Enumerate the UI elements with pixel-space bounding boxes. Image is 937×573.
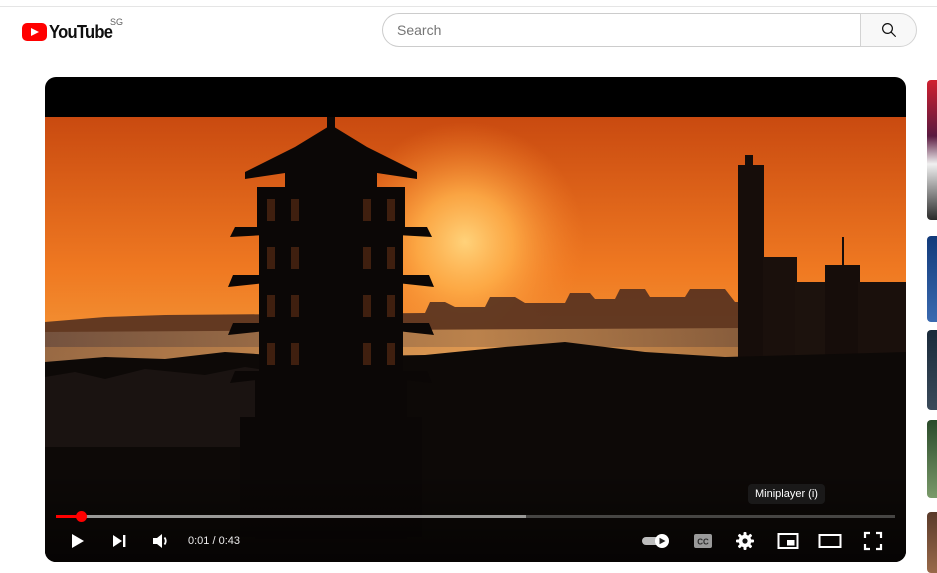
autoplay-toggle[interactable] — [640, 529, 674, 553]
play-icon — [72, 534, 84, 548]
search-button[interactable] — [860, 13, 917, 47]
fullscreen-button[interactable] — [860, 529, 886, 553]
captions-icon: CC — [694, 534, 712, 548]
miniplayer-tooltip: Miniplayer (i) — [748, 484, 825, 504]
recommendation-thumbnail[interactable] — [927, 80, 937, 220]
recommendation-thumbnail[interactable] — [927, 236, 937, 322]
recommendation-thumbnail[interactable] — [927, 512, 937, 573]
play-button[interactable] — [64, 529, 90, 553]
theater-mode-icon — [818, 534, 842, 548]
progress-bar[interactable] — [56, 511, 895, 522]
miniplayer-icon — [777, 533, 799, 549]
search-box — [382, 13, 860, 47]
video-player[interactable]: Miniplayer (i) 0:01 / 0:43 CC — [45, 77, 906, 562]
search-bar — [382, 13, 917, 47]
volume-button[interactable] — [148, 529, 174, 553]
logo-text: YouTube — [49, 22, 113, 42]
theater-mode-button[interactable] — [816, 529, 844, 553]
search-icon — [881, 23, 896, 37]
recommendation-thumbnail[interactable] — [927, 420, 937, 498]
volume-icon — [153, 534, 167, 548]
time-display: 0:01 / 0:43 — [188, 532, 240, 550]
recommendation-thumbnail[interactable] — [927, 330, 937, 410]
search-input[interactable] — [383, 14, 837, 46]
top-divider — [0, 6, 937, 7]
current-time: 0:01 — [188, 535, 210, 547]
next-button[interactable] — [106, 529, 132, 553]
total-time: 0:43 — [218, 535, 241, 547]
time-separator: / — [209, 535, 219, 547]
fullscreen-icon — [863, 531, 883, 551]
miniplayer-button[interactable] — [774, 529, 802, 553]
svg-text:CC: CC — [697, 538, 709, 547]
region-code: SG — [110, 17, 124, 27]
next-icon — [113, 535, 126, 547]
scrubber-handle[interactable] — [75, 511, 87, 522]
youtube-play-logo-icon — [22, 23, 47, 41]
buffered-bar — [56, 515, 526, 518]
gear-icon — [736, 532, 754, 550]
settings-button[interactable] — [732, 529, 758, 553]
youtube-logo[interactable]: YouTube SG — [22, 17, 123, 45]
autoplay-toggle-icon — [642, 534, 669, 548]
captions-button[interactable]: CC — [690, 529, 716, 553]
